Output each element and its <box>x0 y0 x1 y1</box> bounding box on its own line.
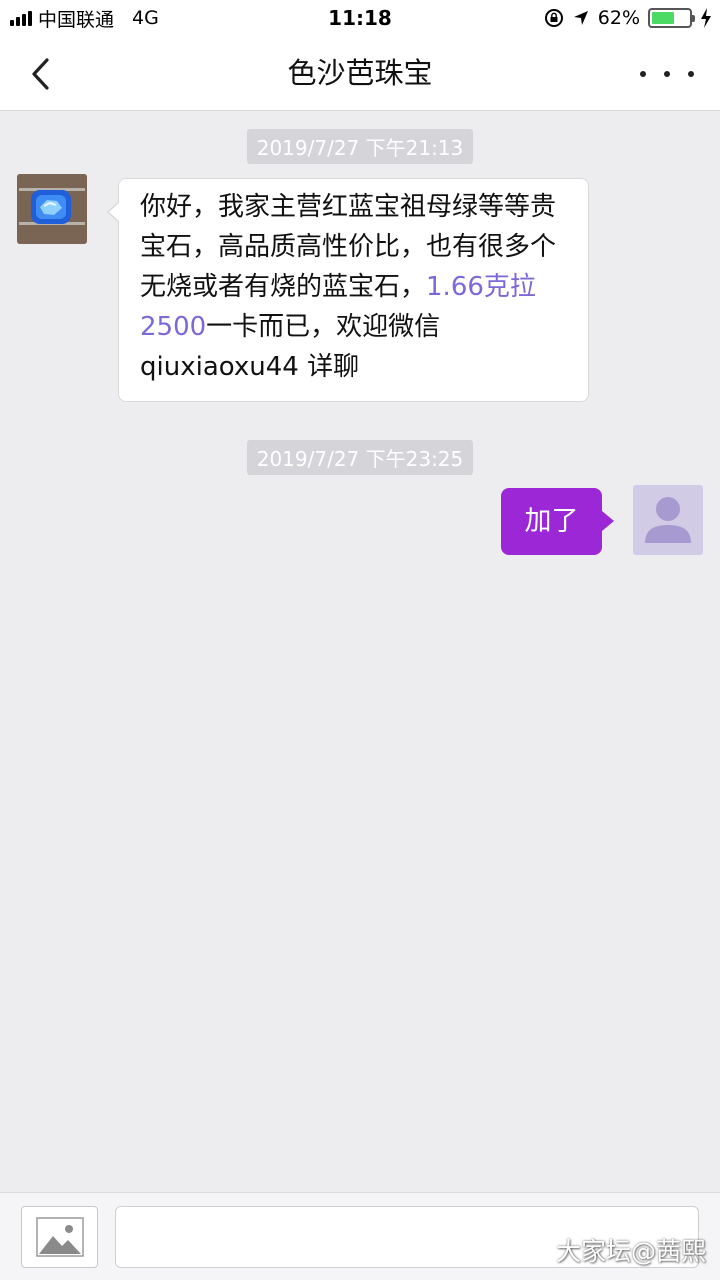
default-user-avatar[interactable] <box>633 485 703 555</box>
watermark-text: 大家坛@茜熙 <box>555 1237 706 1266</box>
image-picker-button[interactable] <box>21 1206 98 1268</box>
message-timestamp: 2019/7/27 下午23:25 <box>0 440 720 475</box>
sapphire-image <box>17 174 87 244</box>
status-left: 中国联通 4G <box>10 6 159 31</box>
sapphire-avatar[interactable] <box>17 174 87 244</box>
nav-bar: 色沙芭珠宝 <box>0 36 720 111</box>
battery-percent: 62% <box>597 7 640 29</box>
image-picker-icon <box>35 1217 84 1257</box>
more-dot <box>664 71 670 77</box>
timestamp-label: 2019/7/27 下午21:13 <box>246 129 474 164</box>
page-title: 色沙芭珠宝 <box>287 56 433 90</box>
carrier-name: 中国联通 <box>38 8 115 31</box>
location-arrow-icon <box>573 11 588 25</box>
message-text: 加了 <box>524 506 579 537</box>
network-type: 4G <box>132 7 159 29</box>
orientation-lock-icon <box>544 9 563 27</box>
more-button[interactable] <box>640 52 694 96</box>
more-dot <box>688 71 694 77</box>
chevron-left-icon <box>32 58 49 90</box>
battery-level-fill <box>652 12 675 24</box>
message-timestamp: 2019/7/27 下午21:13 <box>0 129 720 164</box>
status-right: 62% <box>544 6 712 30</box>
outgoing-message-bubble[interactable]: 加了 <box>501 488 614 555</box>
status-bar: 中国联通 4G 11:18 62% <box>0 0 720 36</box>
chat-area[interactable]: 2019/7/27 下午21:13 你好，我家主营红蓝宝祖母绿等等贵宝石，高品质… <box>0 111 720 1192</box>
more-dots-icon <box>640 71 646 77</box>
back-button[interactable] <box>18 52 62 96</box>
user-silhouette-icon <box>645 497 691 543</box>
timestamp-label: 2019/7/27 下午23:25 <box>246 440 474 475</box>
charging-bolt-icon <box>701 8 711 28</box>
incoming-message-bubble[interactable]: 你好，我家主营红蓝宝祖母绿等等贵宝石，高品质高性价比，也有很多个无烧或者有烧的蓝… <box>107 178 589 402</box>
signal-icon <box>10 10 32 26</box>
battery-icon <box>648 8 695 28</box>
